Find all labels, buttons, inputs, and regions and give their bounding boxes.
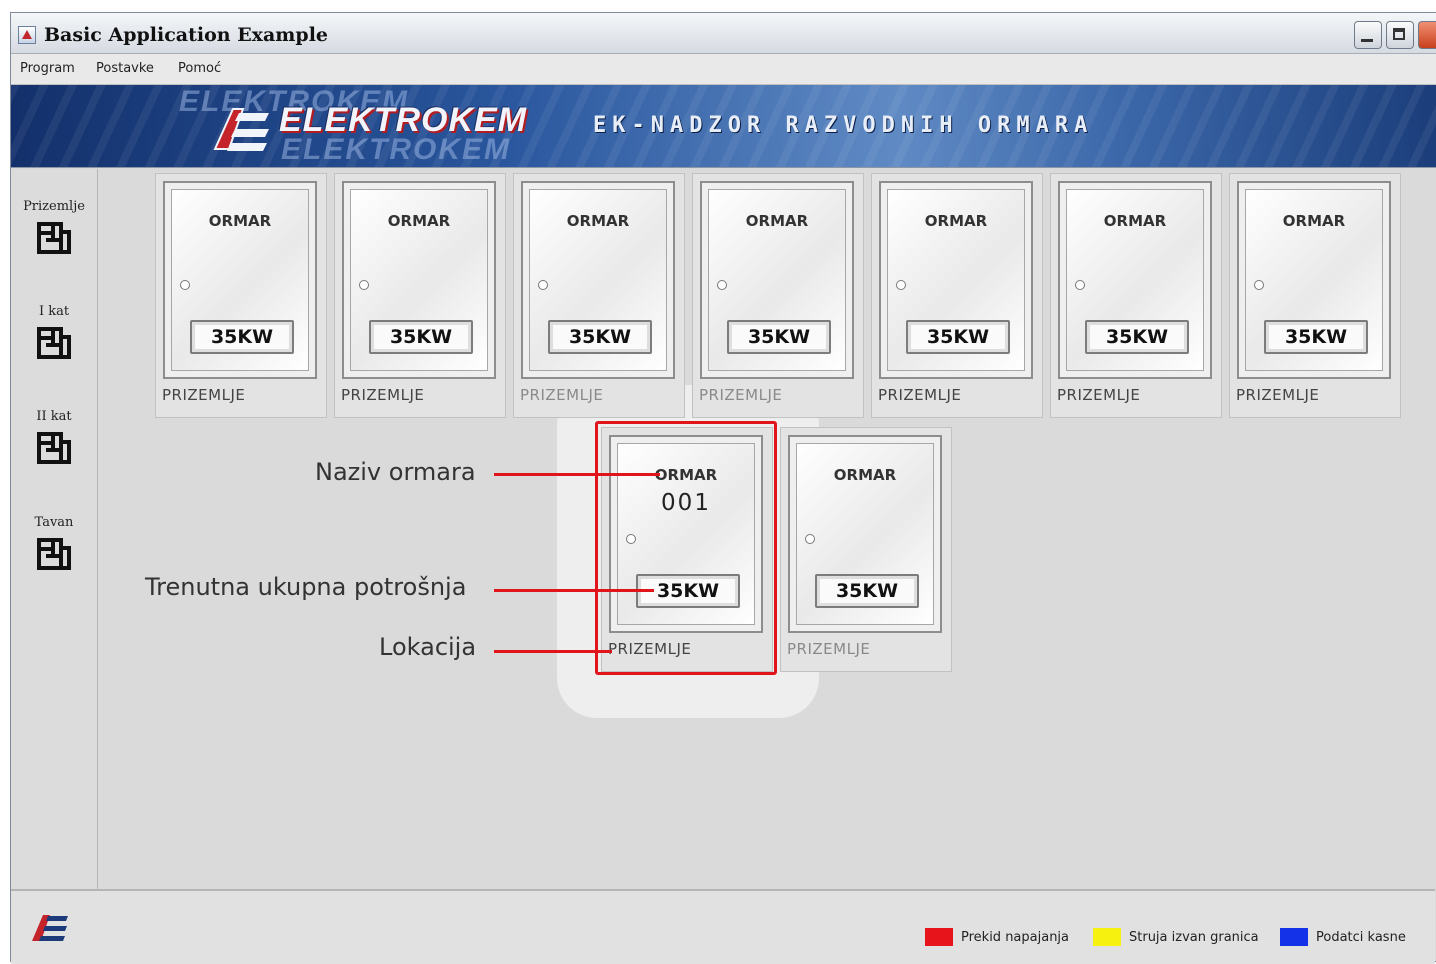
cabinet-title: ORMAR [566, 212, 630, 230]
menu-bar: Program Postavke Pomoć [11, 54, 1436, 85]
sidebar-item-prizemlje[interactable]: Prizemlje [11, 199, 97, 256]
sidebar-item-label: Prizemlje [23, 199, 85, 214]
cabinet-door: ORMAR 35KW [1237, 181, 1391, 379]
cabinet-location: PRIZEMLJE [878, 386, 962, 404]
sidebar-item-label: Tavan [34, 515, 74, 530]
cabinet-title: ORMAR [208, 212, 272, 230]
annotation-name-line [494, 473, 660, 476]
sidebar-item-label: II kat [36, 409, 72, 424]
power-readout: 35KW [548, 320, 652, 354]
cabinet-card[interactable]: ORMAR 35KW PRIZEMLJE [1229, 173, 1401, 418]
cabinet-location: PRIZEMLJE [787, 640, 871, 658]
minimize-button[interactable] [1354, 21, 1382, 49]
title-bar[interactable]: Basic Application Example [11, 13, 1436, 54]
cabinet-card[interactable]: ORMAR 35KW PRIZEMLJE [871, 173, 1043, 418]
cabinet-door: ORMAR 35KW [342, 181, 496, 379]
maximize-button[interactable] [1386, 21, 1414, 49]
power-readout: 35KW [369, 320, 473, 354]
door-knob-icon [359, 280, 369, 290]
annotation-location-line [494, 650, 612, 653]
sidebar-item-tavan[interactable]: Tavan [11, 515, 97, 572]
elektrokem-small-logo-icon [32, 915, 68, 941]
power-readout: 35KW [1264, 320, 1368, 354]
floor-plan-icon [37, 327, 71, 359]
door-knob-icon [896, 280, 906, 290]
legend-item: Struja izvan granica [1093, 926, 1259, 948]
power-readout: 35KW [906, 320, 1010, 354]
cabinet-card[interactable]: ORMAR 35KW PRIZEMLJE [780, 427, 952, 672]
cabinet-door: ORMAR 35KW [879, 181, 1033, 379]
annotation-consumption-label: Trenutna ukupna potrošnja [145, 573, 467, 601]
cabinet-door: ORMAR 35KW [1058, 181, 1212, 379]
cabinet-location: PRIZEMLJE [1236, 386, 1320, 404]
menu-program[interactable]: Program [20, 61, 75, 76]
floor-plan-icon [37, 432, 71, 464]
door-knob-icon [1075, 280, 1085, 290]
annotation-name-label: Naziv ormara [315, 458, 476, 486]
floor-plan-icon [37, 222, 71, 254]
cabinet-title: ORMAR [387, 212, 451, 230]
cabinet-door: ORMAR 35KW [521, 181, 675, 379]
sidebar-item-i-kat[interactable]: I kat [11, 304, 97, 361]
elektrokem-logo-icon [213, 108, 269, 151]
cabinet-location: PRIZEMLJE [1057, 386, 1141, 404]
sidebar-item-label: I kat [38, 304, 70, 319]
annotation-location-label: Lokacija [379, 633, 477, 661]
logo-text: ELEKTROKEM [279, 101, 527, 139]
door-knob-icon [1254, 280, 1264, 290]
floor-sidebar: Prizemlje I kat II kat Tavan [11, 169, 98, 889]
menu-postavke[interactable]: Postavke [96, 61, 154, 76]
legend-swatch-red [925, 928, 953, 946]
power-readout: 35KW [1085, 320, 1189, 354]
door-knob-icon [717, 280, 727, 290]
cabinet-title: ORMAR [833, 466, 897, 484]
cabinet-location: PRIZEMLJE [341, 386, 425, 404]
legend-swatch-yellow [1093, 928, 1121, 946]
menu-pomoc[interactable]: Pomoć [178, 61, 221, 76]
legend-item: Podatci kasne [1280, 926, 1406, 948]
cabinet-card[interactable]: ORMAR 35KW PRIZEMLJE [513, 173, 685, 418]
cabinet-door: ORMAR 35KW [700, 181, 854, 379]
cabinet-title: ORMAR [745, 212, 809, 230]
cabinet-card[interactable]: ORMAR 35KW PRIZEMLJE [1050, 173, 1222, 418]
door-knob-icon [805, 534, 815, 544]
cabinet-door: ORMAR 35KW [163, 181, 317, 379]
cabinet-card[interactable]: ORMAR 35KW PRIZEMLJE [155, 173, 327, 418]
annotation-consumption-line [494, 589, 654, 592]
header-banner: ELEKTROKEM ELEKTROKEM ELEKTROKEM EK-NADZ… [11, 85, 1436, 168]
cabinet-location: PRIZEMLJE [162, 386, 246, 404]
legend-item: Prekid napajanja [925, 926, 1069, 948]
cabinet-location: PRIZEMLJE [699, 386, 783, 404]
cabinet-title: ORMAR [1103, 212, 1167, 230]
window-title: Basic Application Example [44, 24, 329, 46]
legend-swatch-blue [1280, 928, 1308, 946]
cabinet-card[interactable]: ORMAR 35KW PRIZEMLJE [334, 173, 506, 418]
legend-label: Podatci kasne [1316, 929, 1406, 945]
cabinet-door: ORMAR 35KW [788, 435, 942, 633]
status-bar: Prekid napajanja Struja izvan granica Po… [11, 889, 1435, 964]
legend-label: Struja izvan granica [1129, 929, 1259, 945]
close-button[interactable] [1418, 21, 1436, 49]
cabinet-title: ORMAR [1282, 212, 1346, 230]
door-knob-icon [180, 280, 190, 290]
power-readout: 35KW [727, 320, 831, 354]
app-icon [18, 26, 36, 44]
power-readout: 35KW [815, 574, 919, 608]
cabinet-title: ORMAR [924, 212, 988, 230]
power-readout: 35KW [190, 320, 294, 354]
banner-title: EK-NADZOR RAZVODNIH ORMARA [593, 113, 1094, 138]
highlight-frame [595, 421, 777, 675]
door-knob-icon [538, 280, 548, 290]
cabinet-card[interactable]: ORMAR 35KW PRIZEMLJE [692, 173, 864, 418]
sidebar-item-ii-kat[interactable]: II kat [11, 409, 97, 466]
cabinet-location: PRIZEMLJE [520, 386, 604, 404]
legend-label: Prekid napajanja [961, 929, 1070, 945]
floor-plan-icon [37, 538, 71, 570]
